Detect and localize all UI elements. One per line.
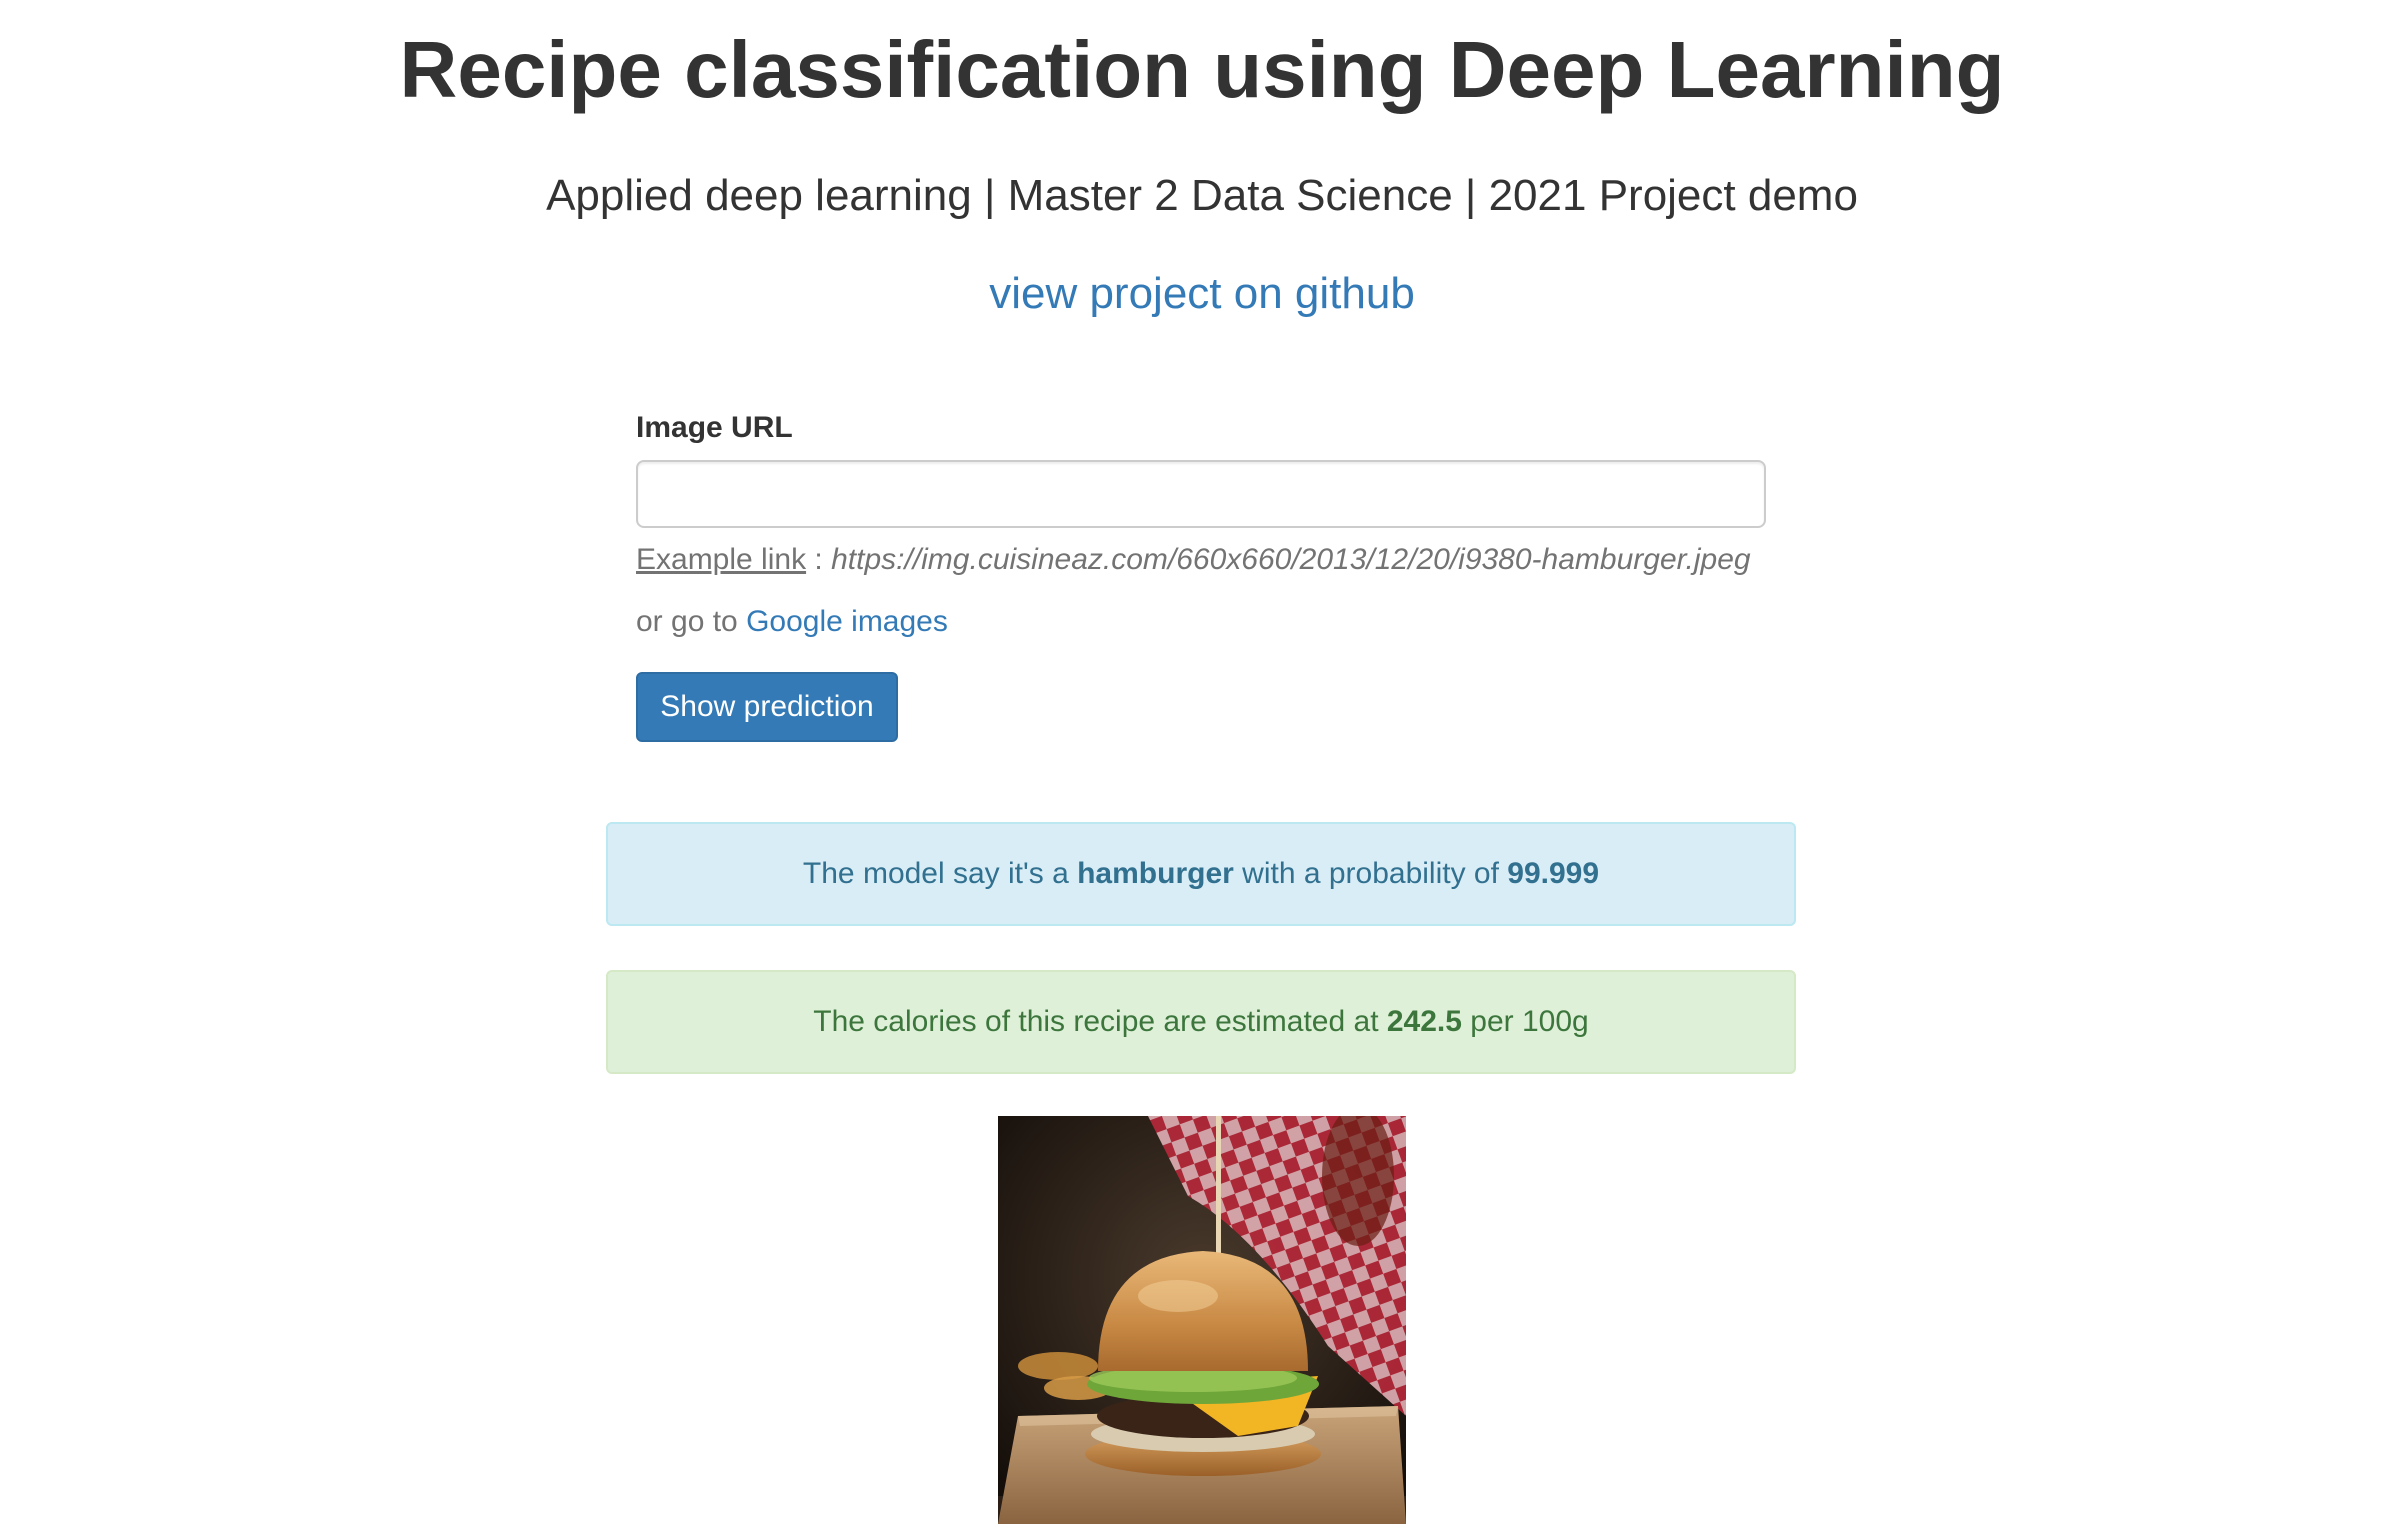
google-images-row: or go to Google images xyxy=(636,600,948,644)
example-link-row: Example link : https://img.cuisineaz.com… xyxy=(636,538,1766,582)
page: Recipe classification using Deep Learnin… xyxy=(0,0,2404,1540)
calories-prefix: The calories of this recipe are estimate… xyxy=(813,1005,1387,1038)
hamburger-image xyxy=(998,1116,1406,1524)
fries-shape xyxy=(1018,1352,1098,1380)
github-link-container: view project on github xyxy=(0,266,2404,322)
example-url: https://img.cuisineaz.com/660x660/2013/1… xyxy=(831,543,1751,576)
prediction-alert: The model say it's a hamburger with a pr… xyxy=(606,822,1796,926)
skewer xyxy=(1216,1116,1221,1256)
example-separator: : xyxy=(806,543,832,576)
page-title: Recipe classification using Deep Learnin… xyxy=(399,25,2005,114)
calories-suffix: per 100g xyxy=(1461,1005,1589,1038)
image-url-label: Image URL xyxy=(636,411,793,444)
google-prefix: or go to xyxy=(636,605,747,638)
page-subtitle: Applied deep learning | Master 2 Data Sc… xyxy=(546,171,1858,220)
github-link[interactable]: view project on github xyxy=(989,269,1415,318)
image-url-input[interactable] xyxy=(636,460,1766,528)
prediction-middle: with a probability of xyxy=(1233,857,1508,890)
prediction-label: hamburger xyxy=(1077,857,1234,890)
prediction-form: Image URL Example link : https://img.cui… xyxy=(636,406,1766,742)
calories-alert: The calories of this recipe are estimate… xyxy=(606,970,1796,1074)
google-images-link[interactable]: Google images xyxy=(746,605,948,638)
example-link[interactable]: Example link xyxy=(636,543,806,576)
prediction-prefix: The model say it's a xyxy=(802,857,1078,890)
show-prediction-button[interactable]: Show prediction xyxy=(636,672,898,742)
prediction-probability: 99.999 xyxy=(1507,857,1600,890)
calories-value: 242.5 xyxy=(1386,1005,1462,1038)
